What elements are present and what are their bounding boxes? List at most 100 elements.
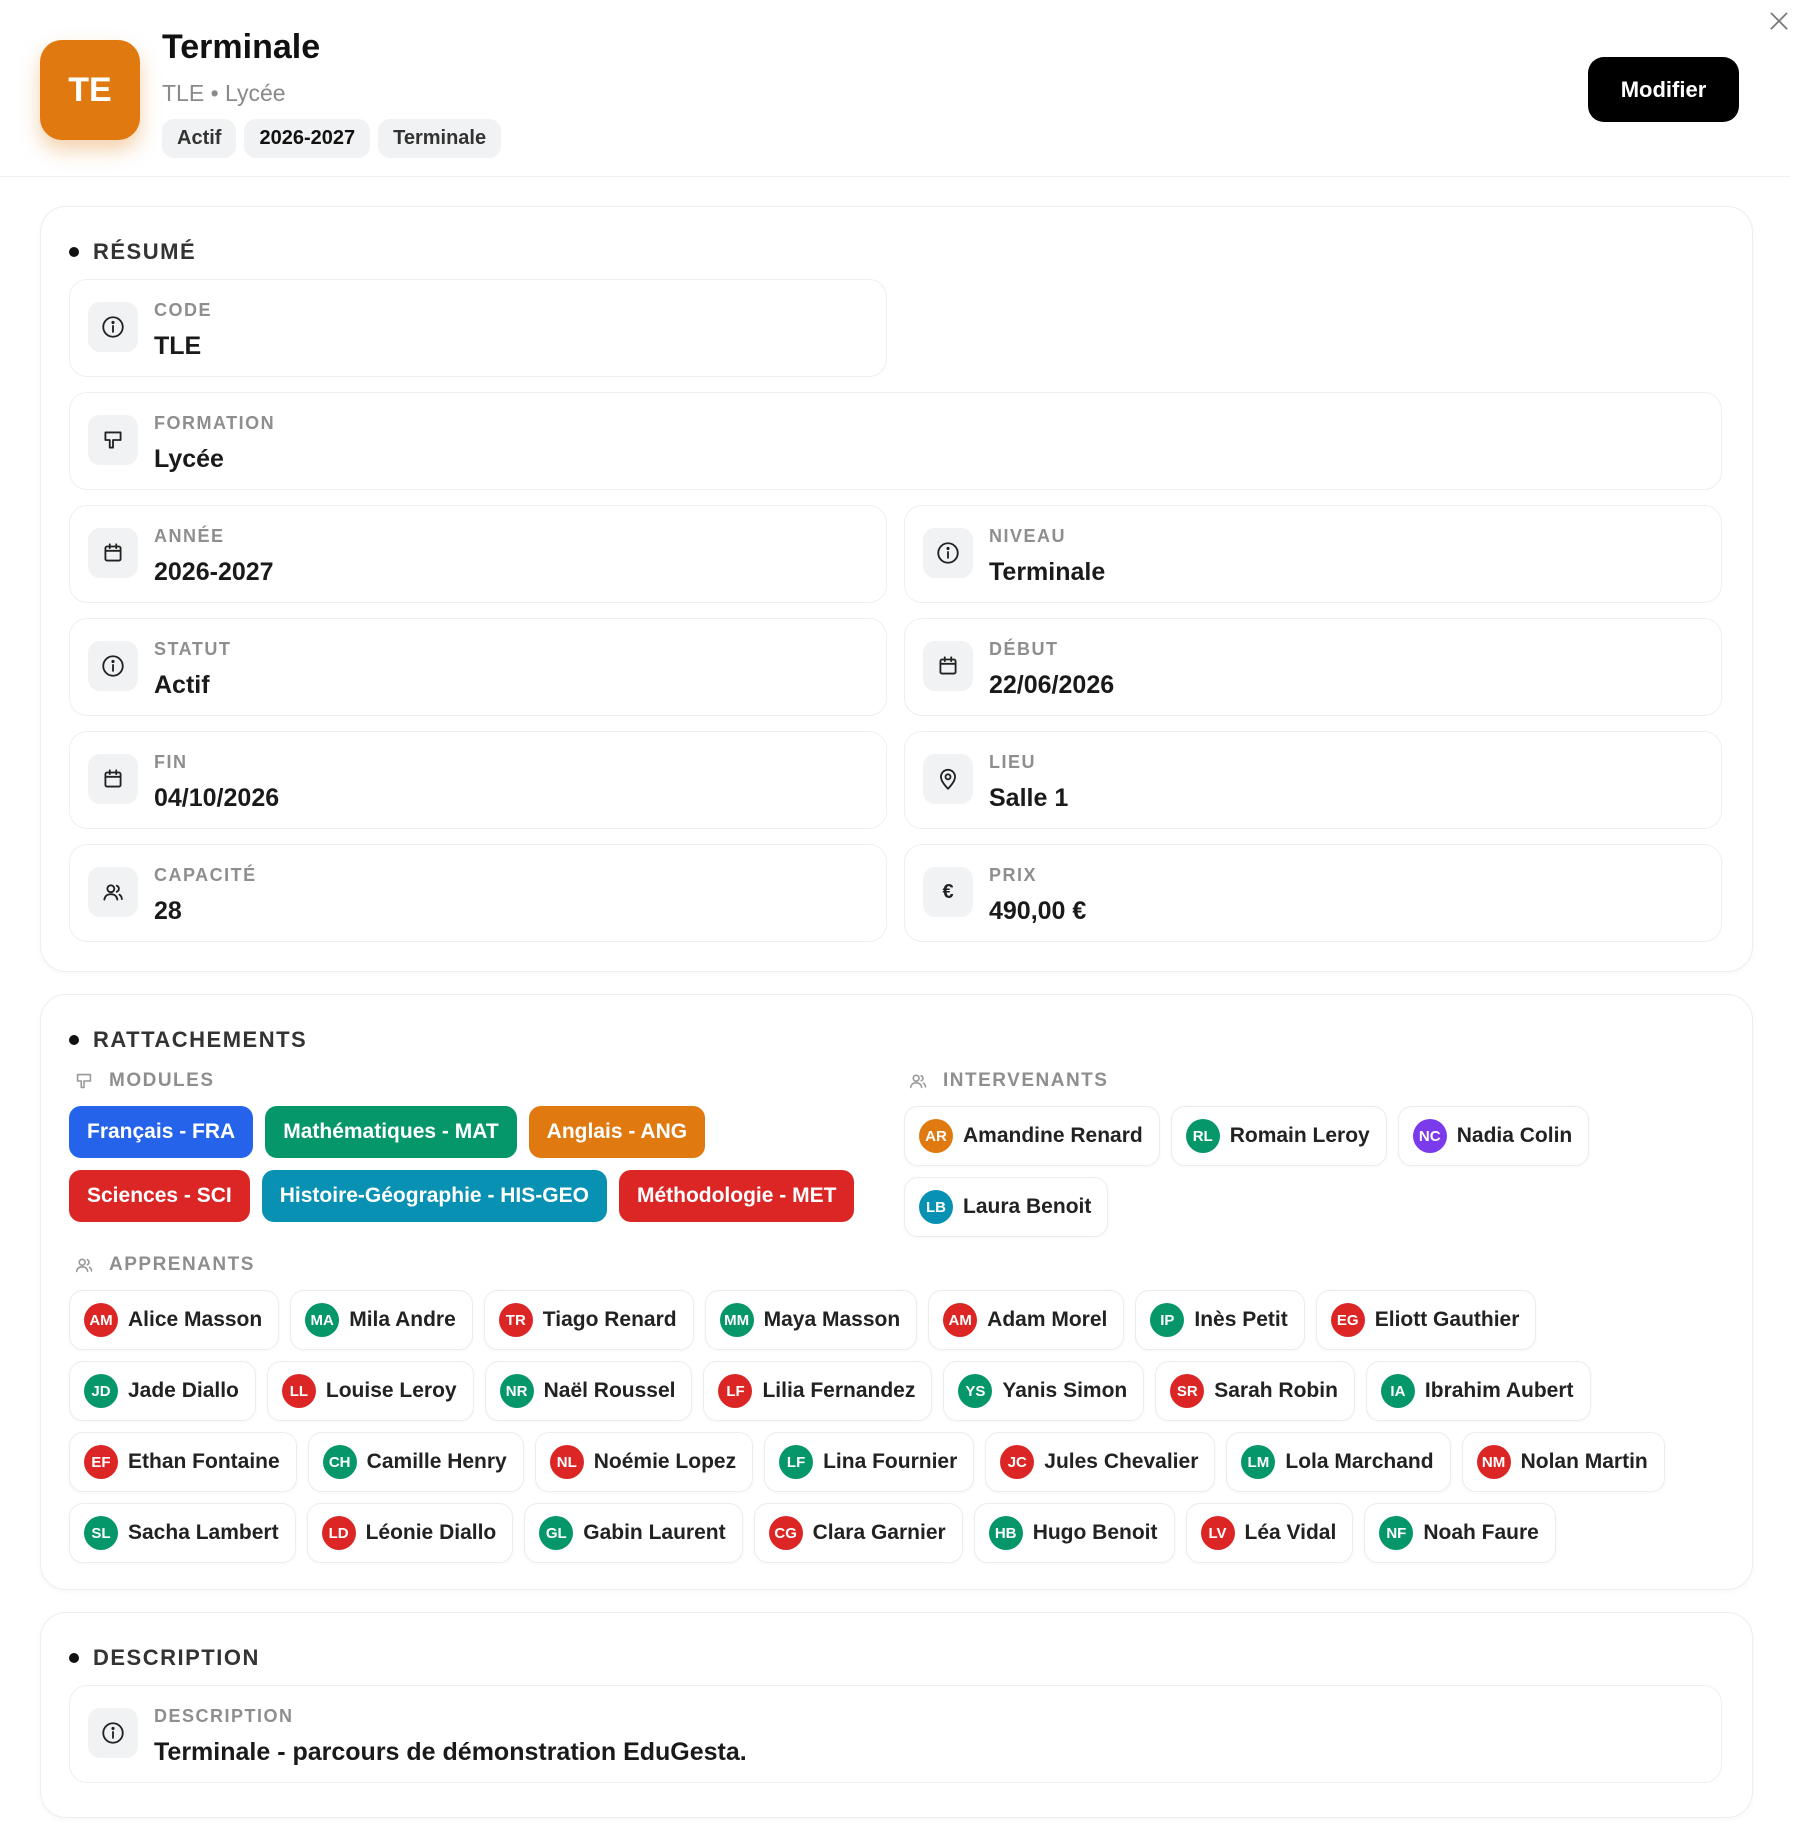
person-chip[interactable]: LV Léa Vidal [1185,1503,1354,1563]
person-chip[interactable]: MA Mila Andre [290,1290,473,1350]
level-badge: Terminale [378,119,502,158]
avatar: AM [943,1303,978,1337]
person-chip[interactable]: NM Nolan Martin [1461,1432,1665,1492]
person-name: Gabin Laurent [583,1521,726,1544]
person-chip[interactable]: NR Naël Roussel [484,1361,693,1421]
person-chip[interactable]: LD Léonie Diallo [306,1503,514,1563]
field-niveau-value: Terminale [989,558,1106,586]
avatar: NC [1412,1119,1447,1153]
description-heading: DESCRIPTION [69,1645,260,1671]
person-chip[interactable]: HB Hugo Benoit [973,1503,1175,1563]
field-statut: STATUT Actif [69,618,887,716]
person-name: Mila Andre [349,1308,456,1331]
person-chip[interactable]: LF Lilia Fernandez [703,1361,933,1421]
avatar: MM [719,1303,754,1337]
person-chip[interactable]: EF Ethan Fontaine [69,1432,297,1492]
users-icon [103,884,123,901]
page-subtitle: TLE • Lycée [162,80,286,107]
person-chip[interactable]: EG Eliott Gauthier [1315,1290,1537,1350]
apprenants-row: JD Jade Diallo LL Louise Leroy NR Naël Rousse… [69,1361,1665,1421]
attachments-section: RATTACHEMENTS MODULES Français - FRA Math… [40,994,1753,1590]
person-chip[interactable]: NC Nadia Colin [1397,1106,1590,1166]
calendar-icon [104,769,122,788]
field-prix-value: 490,00 € [989,897,1087,925]
bullet-dot [69,1653,79,1663]
avatar: LD [321,1516,356,1550]
avatar: IP [1150,1303,1185,1337]
avatar: CH [322,1445,357,1479]
person-name: Jade Diallo [128,1379,239,1402]
subtitle-code: TLE [162,80,205,106]
person-chip[interactable]: LF Lina Fournier [764,1432,975,1492]
avatar: GL [539,1516,574,1550]
modify-button[interactable]: Modifier [1588,57,1739,122]
person-name: Jules Chevalier [1044,1450,1199,1473]
avatar: LM [1241,1445,1276,1479]
person-name: Alice Masson [128,1308,263,1331]
field-lieu: LIEU Salle 1 [904,731,1722,829]
person-name: Ibrahim Aubert [1424,1379,1574,1402]
person-chip[interactable]: CG Clara Garnier [753,1503,963,1563]
summary-heading: RÉSUMÉ [69,239,196,265]
person-chip[interactable]: IA Ibrahim Aubert [1365,1361,1591,1421]
module-chip[interactable]: Français - FRA [69,1106,254,1158]
module-chip[interactable]: Histoire-Géographie - HIS-GEO [261,1170,607,1222]
person-name: Hugo Benoit [1032,1521,1158,1544]
person-chip[interactable]: JC Jules Chevalier [985,1432,1216,1492]
field-debut: DÉBUT 22/06/2026 [904,618,1722,716]
field-code: CODE TLE [69,279,887,377]
person-chip[interactable]: JD Jade Diallo [69,1361,256,1421]
person-chip[interactable]: MM Maya Masson [704,1290,918,1350]
person-chip[interactable]: IP Inès Petit [1135,1290,1305,1350]
person-chip[interactable]: LB Laura Benoit [904,1177,1109,1237]
module-chip[interactable]: Mathématiques - MAT [265,1106,517,1158]
users-icon [909,1074,927,1089]
field-fin: FIN 04/10/2026 [69,731,887,829]
page-header: TE Terminale TLE • Lycée Actif 2026-2027… [0,0,1790,177]
avatar: LV [1200,1516,1235,1550]
modules-heading: MODULES [73,1070,215,1092]
apprenants-row: SL Sacha Lambert LD Léonie Diallo GL Gabin La… [69,1503,1665,1563]
person-name: Louise Leroy [325,1379,457,1402]
person-name: Noémie Lopez [593,1450,737,1473]
field-capacite-value: 28 [154,897,182,925]
person-chip[interactable]: AM Alice Masson [69,1290,280,1350]
person-name: Léonie Diallo [365,1521,497,1544]
avatar: AR [919,1119,953,1153]
person-chip[interactable]: GL Gabin Laurent [524,1503,743,1563]
person-chip[interactable]: AR Amandine Renard [904,1106,1160,1166]
avatar: LF [718,1374,753,1408]
person-chip[interactable]: SR Sarah Robin [1155,1361,1355,1421]
person-name: Ethan Fontaine [128,1450,280,1473]
bullet-dot [69,1035,79,1045]
person-chip[interactable]: LL Louise Leroy [266,1361,474,1421]
module-chip[interactable]: Méthodologie - MET [618,1170,855,1222]
field-debut-value: 22/06/2026 [989,671,1115,699]
modules-list: Français - FRA Mathématiques - MAT Anglais… [69,1106,889,1222]
person-chip[interactable]: SL Sacha Lambert [69,1503,296,1563]
info-icon [102,316,124,338]
person-chip[interactable]: LM Lola Marchand [1226,1432,1451,1492]
field-lieu-value: Salle 1 [989,784,1069,812]
person-name: Inès Petit [1194,1308,1288,1331]
subtitle-separator: • [210,80,219,106]
avatar: JD [84,1374,118,1408]
person-chip[interactable]: CH Camille Henry [307,1432,524,1492]
field-description-value: Terminale - parcours de démonstration Ed… [154,1738,747,1766]
person-chip[interactable]: NF Noah Faure [1364,1503,1556,1563]
person-name: Naël Roussel [543,1379,676,1402]
field-annee-value: 2026-2027 [154,558,274,586]
person-name: Amandine Renard [963,1124,1143,1147]
person-chip[interactable]: YS Yanis Simon [943,1361,1145,1421]
apprenants-row: AM Alice Masson MA Mila Andre TR Tiago Renard… [69,1290,1665,1350]
person-name: Sarah Robin [1214,1379,1338,1402]
person-chip[interactable]: TR Tiago Renard [483,1290,694,1350]
field-capacite: CAPACITÉ 28 [69,844,887,942]
person-chip[interactable]: AM Adam Morel [928,1290,1125,1350]
person-chip[interactable]: NL Noémie Lopez [534,1432,754,1492]
person-chip[interactable]: RL Romain Leroy [1170,1106,1387,1166]
person-name: Camille Henry [366,1450,507,1473]
module-chip[interactable]: Sciences - SCI [69,1170,250,1222]
field-formation-value: Lycée [154,445,224,473]
module-chip[interactable]: Anglais - ANG [528,1106,706,1158]
